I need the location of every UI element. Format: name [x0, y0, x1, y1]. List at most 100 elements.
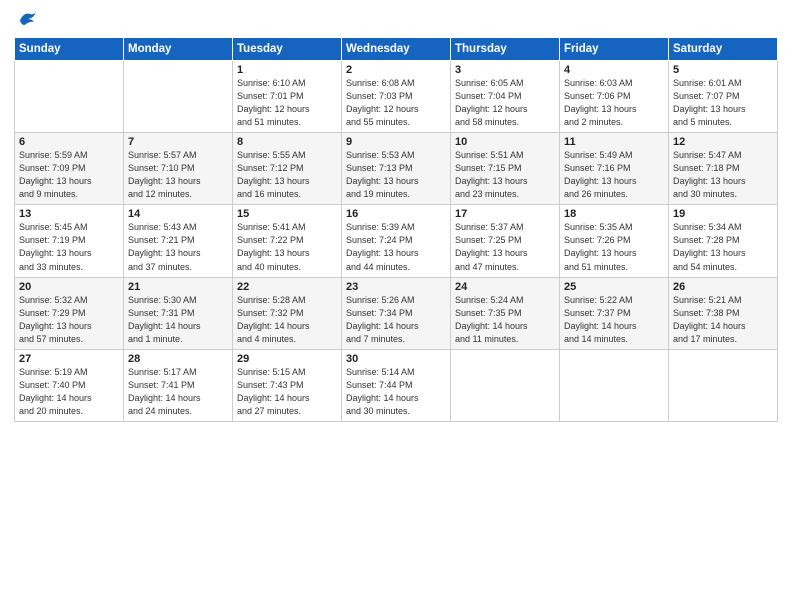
- calendar-cell: 2Sunrise: 6:08 AM Sunset: 7:03 PM Daylig…: [342, 61, 451, 133]
- week-row-5: 27Sunrise: 5:19 AM Sunset: 7:40 PM Dayli…: [15, 349, 778, 421]
- day-info: Sunrise: 5:34 AM Sunset: 7:28 PM Dayligh…: [673, 221, 773, 273]
- calendar-cell: [560, 349, 669, 421]
- day-info: Sunrise: 5:35 AM Sunset: 7:26 PM Dayligh…: [564, 221, 664, 273]
- day-info: Sunrise: 5:53 AM Sunset: 7:13 PM Dayligh…: [346, 149, 446, 201]
- day-number: 3: [455, 64, 555, 76]
- day-number: 2: [346, 64, 446, 76]
- weekday-header-wednesday: Wednesday: [342, 38, 451, 61]
- calendar-cell: 1Sunrise: 6:10 AM Sunset: 7:01 PM Daylig…: [233, 61, 342, 133]
- weekday-header-tuesday: Tuesday: [233, 38, 342, 61]
- calendar-cell: [15, 61, 124, 133]
- calendar-cell: 16Sunrise: 5:39 AM Sunset: 7:24 PM Dayli…: [342, 205, 451, 277]
- week-row-3: 13Sunrise: 5:45 AM Sunset: 7:19 PM Dayli…: [15, 205, 778, 277]
- day-info: Sunrise: 5:22 AM Sunset: 7:37 PM Dayligh…: [564, 294, 664, 346]
- day-info: Sunrise: 5:39 AM Sunset: 7:24 PM Dayligh…: [346, 221, 446, 273]
- day-number: 24: [455, 281, 555, 293]
- calendar-cell: 7Sunrise: 5:57 AM Sunset: 7:10 PM Daylig…: [124, 133, 233, 205]
- calendar-cell: 13Sunrise: 5:45 AM Sunset: 7:19 PM Dayli…: [15, 205, 124, 277]
- day-info: Sunrise: 5:51 AM Sunset: 7:15 PM Dayligh…: [455, 149, 555, 201]
- day-info: Sunrise: 5:55 AM Sunset: 7:12 PM Dayligh…: [237, 149, 337, 201]
- calendar-cell: 30Sunrise: 5:14 AM Sunset: 7:44 PM Dayli…: [342, 349, 451, 421]
- day-number: 16: [346, 208, 446, 220]
- weekday-header-thursday: Thursday: [451, 38, 560, 61]
- day-number: 1: [237, 64, 337, 76]
- calendar-cell: 6Sunrise: 5:59 AM Sunset: 7:09 PM Daylig…: [15, 133, 124, 205]
- page: SundayMondayTuesdayWednesdayThursdayFrid…: [0, 0, 792, 612]
- day-number: 27: [19, 353, 119, 365]
- calendar-cell: 29Sunrise: 5:15 AM Sunset: 7:43 PM Dayli…: [233, 349, 342, 421]
- day-number: 12: [673, 136, 773, 148]
- calendar-cell: 18Sunrise: 5:35 AM Sunset: 7:26 PM Dayli…: [560, 205, 669, 277]
- calendar-cell: 10Sunrise: 5:51 AM Sunset: 7:15 PM Dayli…: [451, 133, 560, 205]
- calendar-cell: 19Sunrise: 5:34 AM Sunset: 7:28 PM Dayli…: [669, 205, 778, 277]
- day-number: 30: [346, 353, 446, 365]
- calendar-cell: 9Sunrise: 5:53 AM Sunset: 7:13 PM Daylig…: [342, 133, 451, 205]
- day-info: Sunrise: 6:08 AM Sunset: 7:03 PM Dayligh…: [346, 77, 446, 129]
- calendar-cell: 15Sunrise: 5:41 AM Sunset: 7:22 PM Dayli…: [233, 205, 342, 277]
- day-info: Sunrise: 5:28 AM Sunset: 7:32 PM Dayligh…: [237, 294, 337, 346]
- day-number: 4: [564, 64, 664, 76]
- day-number: 20: [19, 281, 119, 293]
- day-number: 10: [455, 136, 555, 148]
- day-number: 11: [564, 136, 664, 148]
- day-info: Sunrise: 6:03 AM Sunset: 7:06 PM Dayligh…: [564, 77, 664, 129]
- day-number: 6: [19, 136, 119, 148]
- day-number: 8: [237, 136, 337, 148]
- week-row-2: 6Sunrise: 5:59 AM Sunset: 7:09 PM Daylig…: [15, 133, 778, 205]
- day-info: Sunrise: 6:10 AM Sunset: 7:01 PM Dayligh…: [237, 77, 337, 129]
- day-number: 26: [673, 281, 773, 293]
- calendar-cell: 25Sunrise: 5:22 AM Sunset: 7:37 PM Dayli…: [560, 277, 669, 349]
- calendar-cell: 3Sunrise: 6:05 AM Sunset: 7:04 PM Daylig…: [451, 61, 560, 133]
- week-row-4: 20Sunrise: 5:32 AM Sunset: 7:29 PM Dayli…: [15, 277, 778, 349]
- calendar-cell: 21Sunrise: 5:30 AM Sunset: 7:31 PM Dayli…: [124, 277, 233, 349]
- calendar-cell: 26Sunrise: 5:21 AM Sunset: 7:38 PM Dayli…: [669, 277, 778, 349]
- calendar-cell: 23Sunrise: 5:26 AM Sunset: 7:34 PM Dayli…: [342, 277, 451, 349]
- day-number: 14: [128, 208, 228, 220]
- day-info: Sunrise: 5:41 AM Sunset: 7:22 PM Dayligh…: [237, 221, 337, 273]
- weekday-header-sunday: Sunday: [15, 38, 124, 61]
- calendar-cell: 20Sunrise: 5:32 AM Sunset: 7:29 PM Dayli…: [15, 277, 124, 349]
- day-number: 5: [673, 64, 773, 76]
- day-number: 25: [564, 281, 664, 293]
- day-number: 28: [128, 353, 228, 365]
- weekday-header-row: SundayMondayTuesdayWednesdayThursdayFrid…: [15, 38, 778, 61]
- day-info: Sunrise: 5:26 AM Sunset: 7:34 PM Dayligh…: [346, 294, 446, 346]
- day-info: Sunrise: 5:49 AM Sunset: 7:16 PM Dayligh…: [564, 149, 664, 201]
- day-info: Sunrise: 5:43 AM Sunset: 7:21 PM Dayligh…: [128, 221, 228, 273]
- calendar-cell: 17Sunrise: 5:37 AM Sunset: 7:25 PM Dayli…: [451, 205, 560, 277]
- calendar-table: SundayMondayTuesdayWednesdayThursdayFrid…: [14, 37, 778, 422]
- calendar-cell: 11Sunrise: 5:49 AM Sunset: 7:16 PM Dayli…: [560, 133, 669, 205]
- day-info: Sunrise: 5:19 AM Sunset: 7:40 PM Dayligh…: [19, 366, 119, 418]
- day-number: 15: [237, 208, 337, 220]
- day-number: 29: [237, 353, 337, 365]
- day-number: 22: [237, 281, 337, 293]
- weekday-header-monday: Monday: [124, 38, 233, 61]
- day-info: Sunrise: 5:21 AM Sunset: 7:38 PM Dayligh…: [673, 294, 773, 346]
- calendar-cell: 8Sunrise: 5:55 AM Sunset: 7:12 PM Daylig…: [233, 133, 342, 205]
- day-number: 17: [455, 208, 555, 220]
- day-number: 9: [346, 136, 446, 148]
- day-info: Sunrise: 5:57 AM Sunset: 7:10 PM Dayligh…: [128, 149, 228, 201]
- calendar-cell: 14Sunrise: 5:43 AM Sunset: 7:21 PM Dayli…: [124, 205, 233, 277]
- day-info: Sunrise: 5:14 AM Sunset: 7:44 PM Dayligh…: [346, 366, 446, 418]
- calendar-cell: [669, 349, 778, 421]
- calendar-cell: 28Sunrise: 5:17 AM Sunset: 7:41 PM Dayli…: [124, 349, 233, 421]
- logo-bird-icon: [16, 10, 38, 33]
- day-number: 13: [19, 208, 119, 220]
- calendar-cell: 4Sunrise: 6:03 AM Sunset: 7:06 PM Daylig…: [560, 61, 669, 133]
- logo: [14, 10, 38, 29]
- day-info: Sunrise: 5:59 AM Sunset: 7:09 PM Dayligh…: [19, 149, 119, 201]
- day-number: 21: [128, 281, 228, 293]
- day-info: Sunrise: 6:01 AM Sunset: 7:07 PM Dayligh…: [673, 77, 773, 129]
- calendar-cell: 27Sunrise: 5:19 AM Sunset: 7:40 PM Dayli…: [15, 349, 124, 421]
- day-info: Sunrise: 5:32 AM Sunset: 7:29 PM Dayligh…: [19, 294, 119, 346]
- calendar-cell: [451, 349, 560, 421]
- day-number: 18: [564, 208, 664, 220]
- day-number: 23: [346, 281, 446, 293]
- day-info: Sunrise: 5:15 AM Sunset: 7:43 PM Dayligh…: [237, 366, 337, 418]
- calendar-cell: 5Sunrise: 6:01 AM Sunset: 7:07 PM Daylig…: [669, 61, 778, 133]
- calendar-cell: 22Sunrise: 5:28 AM Sunset: 7:32 PM Dayli…: [233, 277, 342, 349]
- header: [14, 10, 778, 29]
- weekday-header-friday: Friday: [560, 38, 669, 61]
- day-info: Sunrise: 5:30 AM Sunset: 7:31 PM Dayligh…: [128, 294, 228, 346]
